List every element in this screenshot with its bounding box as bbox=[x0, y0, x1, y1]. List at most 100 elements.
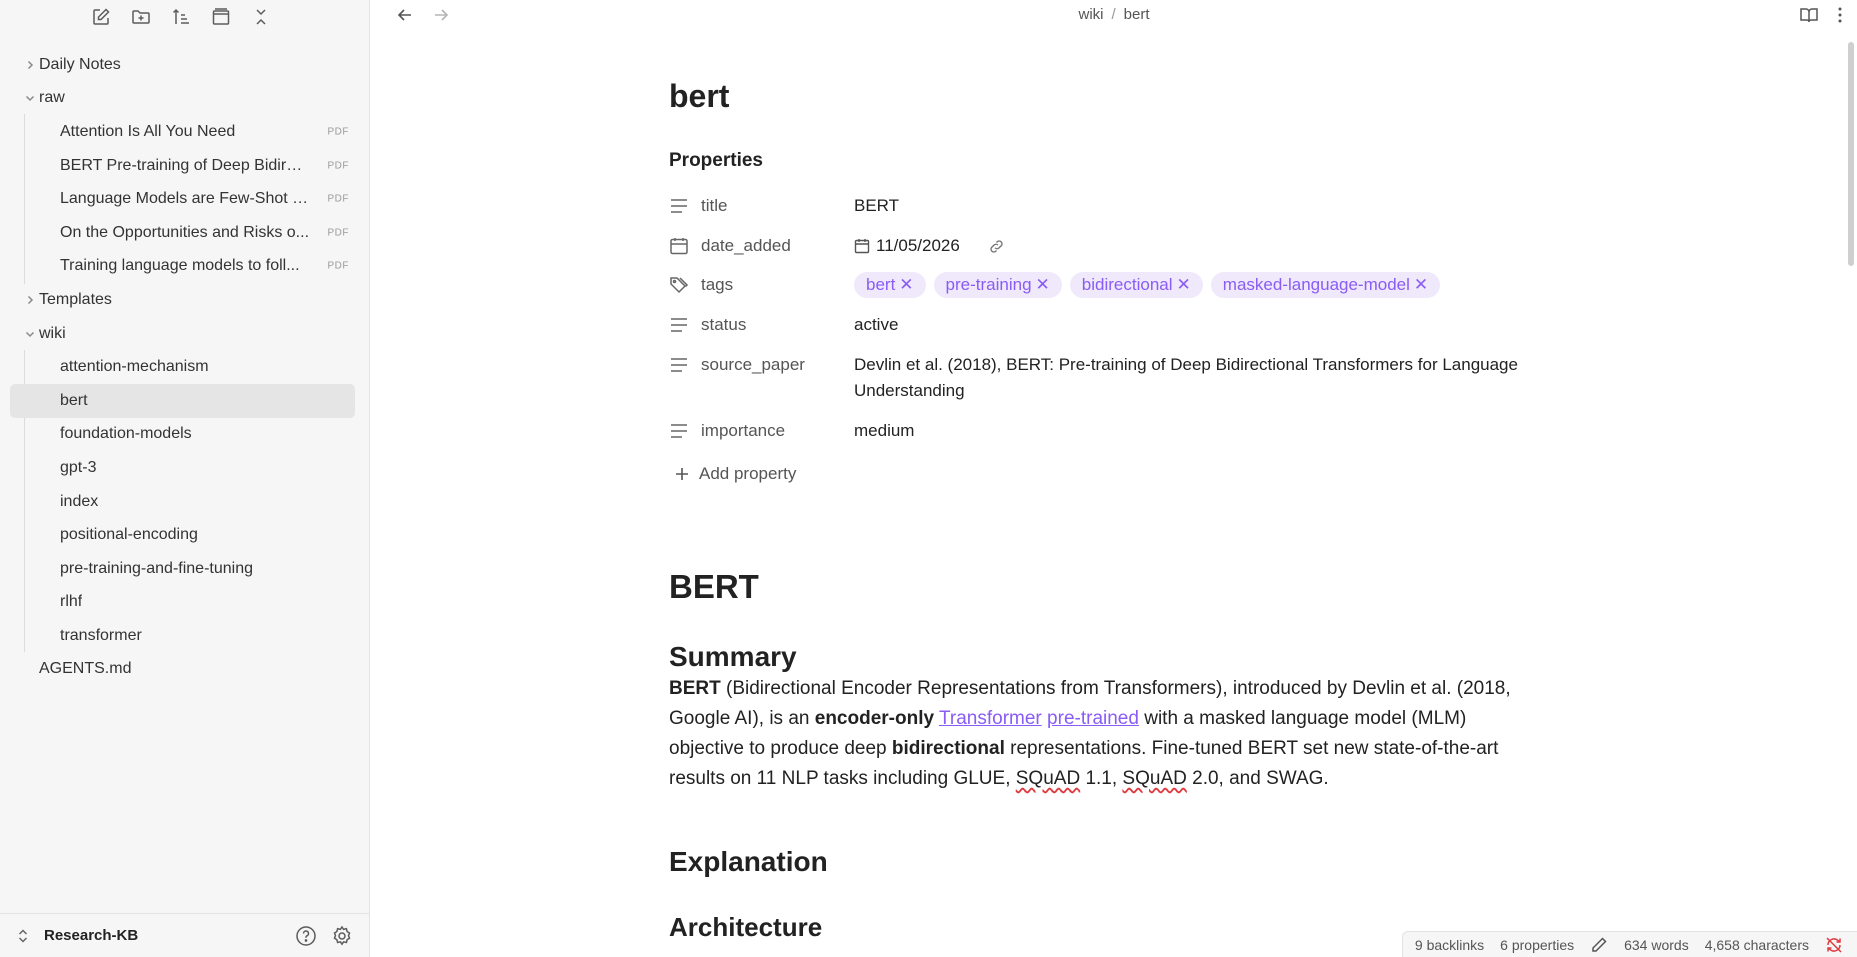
remove-tag-icon[interactable]: ✕ bbox=[1177, 275, 1191, 294]
internal-link-transformer[interactable]: Transformer bbox=[939, 708, 1042, 729]
pencil-edit-icon[interactable] bbox=[1590, 936, 1608, 954]
properties-heading[interactable]: Properties bbox=[669, 150, 763, 172]
tree-file[interactable]: Attention Is All You Need PDF bbox=[10, 115, 355, 149]
file-type-badge: PDF bbox=[327, 193, 349, 205]
tree-file[interactable]: BERT Pre-training of Deep Bidirec... PDF bbox=[10, 149, 355, 183]
heading-architecture[interactable]: Architecture bbox=[669, 912, 822, 943]
status-bar: 9 backlinks 6 properties 634 words 4,658… bbox=[1401, 931, 1857, 957]
property-value[interactable]: medium bbox=[854, 418, 1539, 444]
remove-tag-icon[interactable]: ✕ bbox=[1036, 275, 1050, 294]
remove-tag-icon[interactable]: ✕ bbox=[1414, 275, 1428, 294]
property-key: date_added bbox=[701, 236, 791, 255]
bold-text: bidirectional bbox=[891, 738, 1005, 759]
tree-item-label: Daily Notes bbox=[39, 55, 121, 73]
new-folder-icon[interactable] bbox=[128, 4, 154, 30]
more-options-icon[interactable] bbox=[1837, 5, 1843, 25]
tree-item-label: foundation-models bbox=[60, 425, 192, 443]
settings-gear-icon[interactable] bbox=[331, 925, 353, 947]
new-note-icon[interactable] bbox=[88, 4, 114, 30]
reading-view-book-icon[interactable] bbox=[1799, 5, 1819, 25]
heading-summary[interactable]: Summary bbox=[669, 641, 797, 673]
remove-tag-icon[interactable]: ✕ bbox=[899, 275, 913, 294]
tree-file[interactable]: gpt-3 bbox=[10, 451, 355, 485]
link-icon[interactable] bbox=[988, 238, 1005, 255]
heading-bert[interactable]: BERT bbox=[669, 568, 759, 606]
tree-file[interactable]: transformer bbox=[10, 619, 355, 653]
tree-folder[interactable]: raw bbox=[10, 82, 355, 116]
tree-item-label: Language Models are Few-Shot L... bbox=[60, 190, 310, 208]
tree-file[interactable]: foundation-models bbox=[10, 418, 355, 452]
tree-item-label: raw bbox=[39, 89, 65, 107]
tree-folder[interactable]: wiki bbox=[10, 317, 355, 351]
tree-file[interactable]: On the Opportunities and Risks o... PDF bbox=[10, 216, 355, 250]
property-key: source_paper bbox=[701, 355, 805, 374]
tree-item-label: Training language models to foll... bbox=[60, 257, 300, 275]
property-title[interactable]: title BERT bbox=[669, 193, 1539, 219]
tree-folder[interactable]: Daily Notes bbox=[10, 48, 355, 82]
property-source-paper[interactable]: source_paper Devlin et al. (2018), BERT:… bbox=[669, 352, 1539, 404]
tree-file[interactable]: positional-encoding bbox=[10, 518, 355, 552]
tree-file[interactable]: AGENTS.md bbox=[10, 653, 355, 687]
scrollbar-thumb[interactable] bbox=[1848, 42, 1854, 266]
tag-pill[interactable]: pre-training ✕ bbox=[933, 272, 1062, 298]
misspelled-word: SQuAD bbox=[1015, 768, 1081, 789]
sort-icon[interactable] bbox=[168, 4, 194, 30]
sync-off-icon[interactable] bbox=[1825, 936, 1843, 954]
breadcrumb-file[interactable]: bert bbox=[1124, 6, 1150, 23]
tree-item-label: Templates bbox=[39, 290, 112, 308]
property-value[interactable]: Devlin et al. (2018), BERT: Pre-training… bbox=[854, 352, 1539, 404]
tree-item-label: BERT Pre-training of Deep Bidirec... bbox=[60, 156, 310, 174]
tree-file[interactable]: rlhf bbox=[10, 586, 355, 620]
text: 1.1, bbox=[1080, 768, 1123, 789]
internal-link-pre-trained[interactable]: pre-trained bbox=[1047, 708, 1139, 729]
property-status[interactable]: status active bbox=[669, 312, 1539, 338]
text-lines-icon bbox=[671, 199, 687, 213]
tree-folder[interactable]: Templates bbox=[10, 283, 355, 317]
chevron-down-icon bbox=[25, 331, 35, 337]
tag-label: masked-language-model bbox=[1222, 275, 1410, 294]
misspelled-word: SQuAD bbox=[1122, 768, 1187, 789]
text-lines-icon bbox=[671, 358, 687, 372]
sidebar-toolbar bbox=[0, 0, 369, 34]
tree-item-label: transformer bbox=[60, 626, 142, 644]
tree-file[interactable]: index bbox=[10, 485, 355, 519]
backlinks-count[interactable]: 9 backlinks bbox=[1415, 937, 1484, 953]
tree-item-label: bert bbox=[60, 391, 88, 409]
add-property-button[interactable]: Add property bbox=[673, 464, 796, 484]
vault-switcher[interactable]: Research-KB bbox=[0, 913, 369, 957]
summary-paragraph[interactable]: BERT (Bidirectional Encoder Representati… bbox=[669, 674, 1539, 794]
help-icon[interactable] bbox=[295, 925, 317, 947]
text-lines-icon bbox=[671, 318, 687, 332]
add-property-label: Add property bbox=[699, 464, 797, 483]
breadcrumb-folder[interactable]: wiki bbox=[1078, 6, 1103, 23]
heading-explanation[interactable]: Explanation bbox=[669, 846, 828, 878]
tree-item-label: index bbox=[60, 492, 99, 510]
property-value[interactable]: active bbox=[854, 312, 1539, 338]
chevron-right-icon bbox=[27, 60, 34, 69]
date-value[interactable]: 11/05/2026 bbox=[876, 233, 960, 259]
tag-pill[interactable]: bert ✕ bbox=[854, 272, 926, 298]
vault-name: Research-KB bbox=[44, 927, 139, 944]
tree-item-label: On the Opportunities and Risks o... bbox=[60, 223, 310, 241]
tree-file[interactable]: Training language models to foll... PDF bbox=[10, 250, 355, 284]
tag-pill[interactable]: bidirectional ✕ bbox=[1069, 272, 1203, 298]
tree-item-label: AGENTS.md bbox=[39, 660, 132, 678]
tree-file[interactable]: attention-mechanism bbox=[10, 350, 355, 384]
calendar-icon bbox=[854, 239, 870, 254]
tree-file[interactable]: bert bbox=[10, 383, 355, 418]
collapse-all-icon[interactable] bbox=[248, 4, 274, 30]
tree-file[interactable]: pre-training-and-fine-tuning bbox=[10, 552, 355, 586]
property-value[interactable]: BERT bbox=[854, 193, 1539, 219]
property-tags[interactable]: tags bert ✕ pre-training ✕ bidirectional ✕ mas… bbox=[669, 272, 1539, 298]
tree-item-label: rlhf bbox=[60, 593, 83, 611]
property-importance[interactable]: importance medium bbox=[669, 418, 1539, 444]
layout-icon[interactable] bbox=[208, 4, 234, 30]
properties-count[interactable]: 6 properties bbox=[1500, 937, 1574, 953]
file-type-badge: PDF bbox=[327, 227, 349, 239]
property-date-added[interactable]: date_added 11/05/2026 bbox=[669, 233, 1539, 259]
note-title[interactable]: bert bbox=[669, 78, 729, 115]
tag-pill[interactable]: masked-language-model ✕ bbox=[1210, 272, 1441, 298]
tree-file[interactable]: Language Models are Few-Shot L... PDF bbox=[10, 182, 355, 216]
calendar-icon bbox=[670, 238, 688, 255]
file-type-badge: PDF bbox=[327, 126, 349, 138]
